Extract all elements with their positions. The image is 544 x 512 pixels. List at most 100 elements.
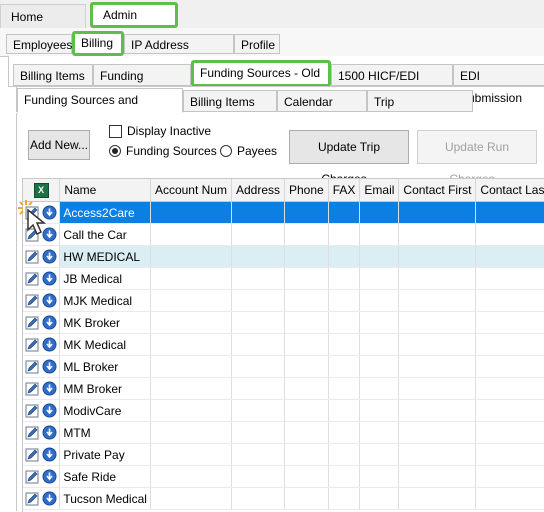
cell-empty[interactable]	[231, 311, 286, 334]
edit-icon[interactable]	[25, 448, 39, 462]
cell-empty[interactable]	[284, 267, 329, 290]
table-row[interactable]: Safe Ride	[23, 465, 544, 488]
edit-icon[interactable]	[25, 316, 39, 330]
cell-name[interactable]: Private Pay	[59, 443, 151, 466]
tab-employees[interactable]: Employees	[6, 34, 72, 54]
cell-empty[interactable]	[150, 377, 232, 400]
cell-empty[interactable]	[475, 245, 544, 268]
cell-empty[interactable]	[475, 289, 544, 312]
tab-funding-sources[interactable]: Funding Sources	[93, 64, 191, 105]
info-icon[interactable]	[42, 491, 57, 506]
edit-icon[interactable]	[25, 338, 39, 352]
cell-empty[interactable]	[359, 289, 400, 312]
cell-name[interactable]: Safe Ride	[59, 465, 151, 488]
cell-empty[interactable]	[359, 333, 400, 356]
cell-empty[interactable]	[231, 465, 286, 488]
info-icon[interactable]	[42, 337, 57, 352]
cell-empty[interactable]	[231, 377, 286, 400]
cell-empty[interactable]	[475, 377, 544, 400]
cell-empty[interactable]	[284, 487, 329, 510]
cell-empty[interactable]	[284, 311, 329, 334]
tab-funding-sources-old[interactable]: Funding Sources - Old	[191, 60, 331, 87]
tab-profile[interactable]: Profile	[234, 34, 280, 54]
tab-billing-items[interactable]: Billing Items	[13, 64, 93, 86]
edit-icon[interactable]	[25, 250, 39, 264]
excel-icon[interactable]: X	[33, 183, 49, 198]
table-row[interactable]: MK Medical	[23, 333, 544, 356]
cell-empty[interactable]	[328, 201, 361, 224]
cell-empty[interactable]	[398, 399, 477, 422]
cell-empty[interactable]	[231, 333, 286, 356]
cell-empty[interactable]	[284, 355, 329, 378]
funding-sources-radio[interactable]	[109, 145, 121, 157]
cell-empty[interactable]	[328, 267, 361, 290]
cell-empty[interactable]	[284, 223, 329, 246]
cell-empty[interactable]	[150, 201, 232, 224]
cell-empty[interactable]	[328, 487, 361, 510]
col-contact-first[interactable]: Contact First	[398, 179, 477, 202]
cell-empty[interactable]	[359, 201, 400, 224]
info-icon[interactable]	[42, 359, 57, 374]
tab-billing-items-2[interactable]: Billing Items (2)	[183, 90, 277, 131]
cell-empty[interactable]	[398, 443, 477, 466]
table-row[interactable]: ML Broker	[23, 355, 544, 378]
tab-home[interactable]: Home	[0, 4, 86, 28]
cell-name[interactable]: MK Broker	[59, 311, 151, 334]
cell-empty[interactable]	[328, 333, 361, 356]
info-icon[interactable]	[42, 381, 57, 396]
cell-empty[interactable]	[150, 355, 232, 378]
cell-empty[interactable]	[475, 465, 544, 488]
cell-empty[interactable]	[231, 223, 286, 246]
cell-name[interactable]: MK Medical	[59, 333, 151, 356]
info-icon[interactable]	[42, 271, 57, 286]
info-icon[interactable]	[42, 447, 57, 462]
cell-empty[interactable]	[231, 267, 286, 290]
cell-empty[interactable]	[475, 355, 544, 378]
cell-empty[interactable]	[398, 201, 477, 224]
tab-ip-address-access[interactable]: IP Address Access	[124, 34, 234, 72]
cell-empty[interactable]	[284, 201, 329, 224]
cell-empty[interactable]	[475, 487, 544, 510]
cell-name[interactable]: ML Broker	[59, 355, 151, 378]
table-row[interactable]: Call the Car	[23, 223, 544, 246]
cell-empty[interactable]	[231, 399, 286, 422]
cell-empty[interactable]	[398, 289, 477, 312]
info-icon[interactable]	[42, 293, 57, 308]
cell-empty[interactable]	[398, 223, 477, 246]
cell-empty[interactable]	[328, 421, 361, 444]
edit-icon[interactable]	[25, 272, 39, 286]
cell-empty[interactable]	[398, 465, 477, 488]
edit-icon[interactable]	[25, 294, 39, 308]
cell-empty[interactable]	[475, 267, 544, 290]
cell-empty[interactable]	[284, 245, 329, 268]
cell-empty[interactable]	[398, 377, 477, 400]
cell-name[interactable]: Tucson Medical	[59, 487, 151, 510]
edit-icon[interactable]	[25, 206, 39, 220]
cell-empty[interactable]	[284, 399, 329, 422]
cell-empty[interactable]	[231, 355, 286, 378]
cell-empty[interactable]	[231, 201, 286, 224]
table-row[interactable]: HW MEDICAL	[23, 245, 544, 268]
cell-empty[interactable]	[359, 311, 400, 334]
cell-empty[interactable]	[359, 421, 400, 444]
cell-empty[interactable]	[475, 311, 544, 334]
cell-empty[interactable]	[231, 443, 286, 466]
table-row[interactable]: Tucson Medical	[23, 487, 544, 510]
cell-name[interactable]: JB Medical	[59, 267, 151, 290]
tab-funding-sources-and-payees[interactable]: Funding Sources and Payees	[17, 88, 183, 129]
cell-empty[interactable]	[359, 223, 400, 246]
info-icon[interactable]	[42, 425, 57, 440]
edit-icon[interactable]	[25, 404, 39, 418]
cell-empty[interactable]	[359, 377, 400, 400]
cell-empty[interactable]	[398, 311, 477, 334]
cell-empty[interactable]	[150, 421, 232, 444]
info-icon[interactable]	[42, 315, 57, 330]
edit-icon[interactable]	[25, 360, 39, 374]
cell-empty[interactable]	[150, 245, 232, 268]
col-account-num[interactable]: Account Num	[150, 179, 232, 202]
cell-empty[interactable]	[328, 443, 361, 466]
cell-empty[interactable]	[231, 487, 286, 510]
cell-empty[interactable]	[328, 399, 361, 422]
cell-empty[interactable]	[328, 245, 361, 268]
cell-empty[interactable]	[359, 443, 400, 466]
